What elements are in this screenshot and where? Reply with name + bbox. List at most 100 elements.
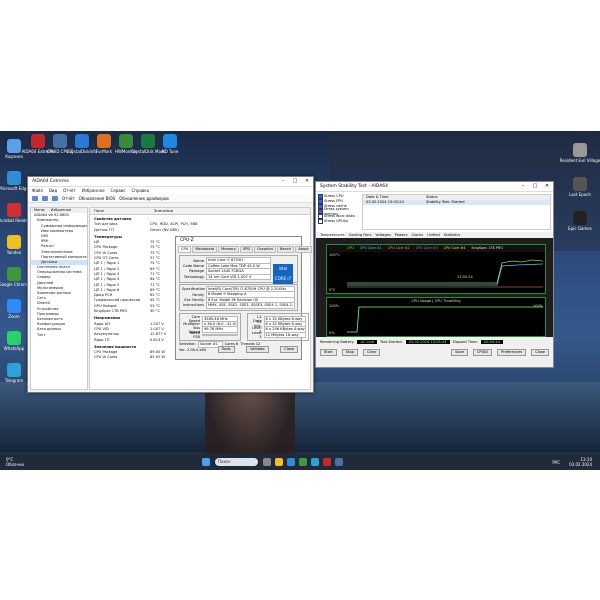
menu-item[interactable]: Избранное — [82, 188, 105, 193]
minimize-button[interactable]: – — [277, 177, 289, 186]
language-indicator[interactable]: РУС — [552, 460, 560, 465]
desktop-icon[interactable]: HD Tune — [158, 134, 182, 154]
close-button[interactable]: ✕ — [301, 177, 313, 186]
menu-item[interactable]: Файл — [32, 188, 43, 193]
tree-tab[interactable]: Меню — [34, 208, 45, 212]
start-button[interactable]: Start — [320, 349, 337, 356]
back-icon[interactable] — [32, 195, 38, 201]
clock[interactable]: 13:10 03.02.2024 — [569, 457, 592, 467]
preferences-button[interactable]: Preferences — [497, 349, 527, 356]
close-button[interactable]: Close — [531, 349, 549, 356]
maximize-button[interactable]: □ — [289, 177, 301, 186]
tree-item[interactable]: Тест — [31, 333, 87, 338]
tools-button[interactable]: Tools — [217, 346, 235, 354]
legend-item[interactable]: CPU — [347, 245, 354, 252]
weather-widget[interactable]: 0°C Облачно — [6, 457, 24, 467]
clocks-cache-row: Core Speed 3585.48 MHz Multiplier x 36.0 (8… — [176, 312, 309, 342]
start-icon[interactable] — [202, 458, 210, 466]
temperature-plot — [347, 259, 544, 288]
desktop-icon-label: Acrobat Reader — [0, 218, 30, 223]
stress-checkbox[interactable]: Stress GPU(s) — [318, 219, 358, 224]
desktop-icon[interactable]: Zoom — [2, 299, 26, 319]
desktop-icon[interactable]: FurMark — [92, 134, 116, 154]
cpuid-button[interactable]: CPUID — [472, 349, 493, 356]
desktop-icon[interactable]: Microsoft Edge — [0, 171, 29, 191]
cpuz-tab[interactable]: About — [295, 246, 312, 253]
cpuz-tab[interactable]: Bench — [277, 246, 295, 253]
menu-item[interactable]: Справка — [131, 188, 149, 193]
desktop-icon-label: Корзина — [5, 154, 23, 159]
cpuz-tab[interactable]: Graphics — [254, 246, 276, 253]
app-icon — [573, 143, 587, 157]
started-value: 03.02.2024 13:05:24 — [405, 340, 450, 344]
sst-tab[interactable]: Clocks — [411, 232, 423, 238]
legend-item[interactable]: CPU Core #2 — [388, 245, 410, 252]
menu-item[interactable]: Вид — [49, 188, 57, 193]
legend-item[interactable]: CPU Core #3 — [416, 245, 438, 252]
aida64-taskbar-icon[interactable] — [323, 458, 331, 466]
app-icon — [7, 267, 21, 281]
legend-item[interactable]: CPU Core #4 — [444, 245, 466, 252]
desktop-icon[interactable]: CrystalDisk Mark — [131, 134, 165, 154]
bios-updates-button[interactable]: Обновления BIOS — [79, 196, 116, 201]
processor-group: Name Intel Core i7 8750H Code Name Coffee L… — [179, 255, 298, 284]
tree-tab[interactable]: Избранное — [51, 208, 71, 212]
desktop-icon[interactable]: WhatsApp — [2, 331, 26, 351]
field-label: Family — [192, 292, 204, 297]
desktop: Корзина Microsoft Edge Acrobat Reader Yande… — [0, 131, 600, 470]
edge-icon[interactable] — [287, 458, 295, 466]
save-button[interactable]: Save — [451, 349, 468, 356]
cpuz-tab[interactable]: Mainboard — [192, 246, 218, 253]
forward-icon[interactable] — [42, 195, 48, 201]
cpuz-tab[interactable]: SPD — [239, 246, 254, 253]
sst-tab[interactable]: Cooling Fans — [349, 232, 372, 238]
report-button[interactable]: Отчёт — [62, 196, 75, 201]
driver-updates-button[interactable]: Обновление драйверов — [119, 196, 169, 201]
checkbox-unchecked-icon[interactable] — [318, 219, 323, 224]
maximize-button[interactable]: □ — [529, 182, 541, 191]
status-log: Date & Time Status 03.02.2024 13:05:24 Sta… — [362, 194, 551, 230]
stop-button[interactable]: Stop — [341, 349, 358, 356]
column-field[interactable]: Поле — [90, 208, 154, 214]
sst-tab[interactable]: Unified — [427, 232, 440, 238]
sst-tab[interactable]: Statistics — [444, 232, 460, 238]
legend-item[interactable]: CPU Core #1 — [360, 245, 382, 252]
close-button[interactable]: Close — [280, 346, 298, 354]
clear-button[interactable]: Clear — [362, 349, 381, 356]
menu-item[interactable]: Отчёт — [63, 188, 76, 193]
desktop-icon[interactable]: CrystalDiskInfo — [67, 134, 97, 154]
cpuz-tab[interactable]: CPU — [178, 246, 192, 253]
column-value[interactable]: Значение — [154, 208, 173, 214]
cpuz-tabs: CPU Mainboard Memory SPD Graphics Bench About — [176, 245, 312, 254]
sst-tab[interactable]: Powers — [395, 232, 408, 238]
desktop-icon[interactable]: Yandex — [2, 235, 26, 255]
cpuz-tab[interactable]: Memory — [218, 246, 239, 253]
refresh-icon[interactable] — [52, 195, 58, 201]
desktop-icon[interactable]: Last Epoch — [568, 177, 592, 197]
task-view-icon[interactable] — [263, 458, 271, 466]
telegram-icon[interactable] — [311, 458, 319, 466]
stability-test-window: System Stability Test - AIDA64 – □ ✕ Stres… — [315, 181, 554, 368]
desktop-icon[interactable]: Telegram — [2, 363, 26, 383]
explorer-icon[interactable] — [275, 458, 283, 466]
cpuz-taskbar-icon[interactable] — [335, 458, 343, 466]
sst-tab[interactable]: Voltages — [375, 232, 390, 238]
validate-button[interactable]: Validate — [246, 346, 269, 354]
sst-tab[interactable]: Temperatures — [320, 232, 345, 238]
desktop-icon[interactable]: Epic Games — [568, 211, 592, 231]
menu-item[interactable]: Сервис — [111, 188, 126, 193]
legend-item[interactable]: KingSpec 1TB PRO — [472, 245, 504, 252]
app-icon — [163, 134, 177, 148]
cpuz-footer: Ver. 2.08.0.x64 Tools Validate Close — [176, 346, 301, 354]
field-row: Level 3 12 MBytes 16-way — [250, 331, 306, 339]
app-icon — [75, 134, 89, 148]
search-box[interactable]: Поиск — [215, 458, 258, 466]
close-button[interactable]: ✕ — [541, 182, 553, 191]
desktop-icon[interactable]: Google Chrome — [0, 267, 30, 287]
chrome-icon[interactable] — [299, 458, 307, 466]
minimize-button[interactable]: – — [517, 182, 529, 191]
desktop-icon[interactable]: Resident Evil Village — [560, 143, 600, 163]
field-label: Code Name — [183, 264, 204, 269]
field-label: Name — [193, 258, 204, 263]
desktop-icon[interactable]: Acrobat Reader — [0, 203, 30, 223]
